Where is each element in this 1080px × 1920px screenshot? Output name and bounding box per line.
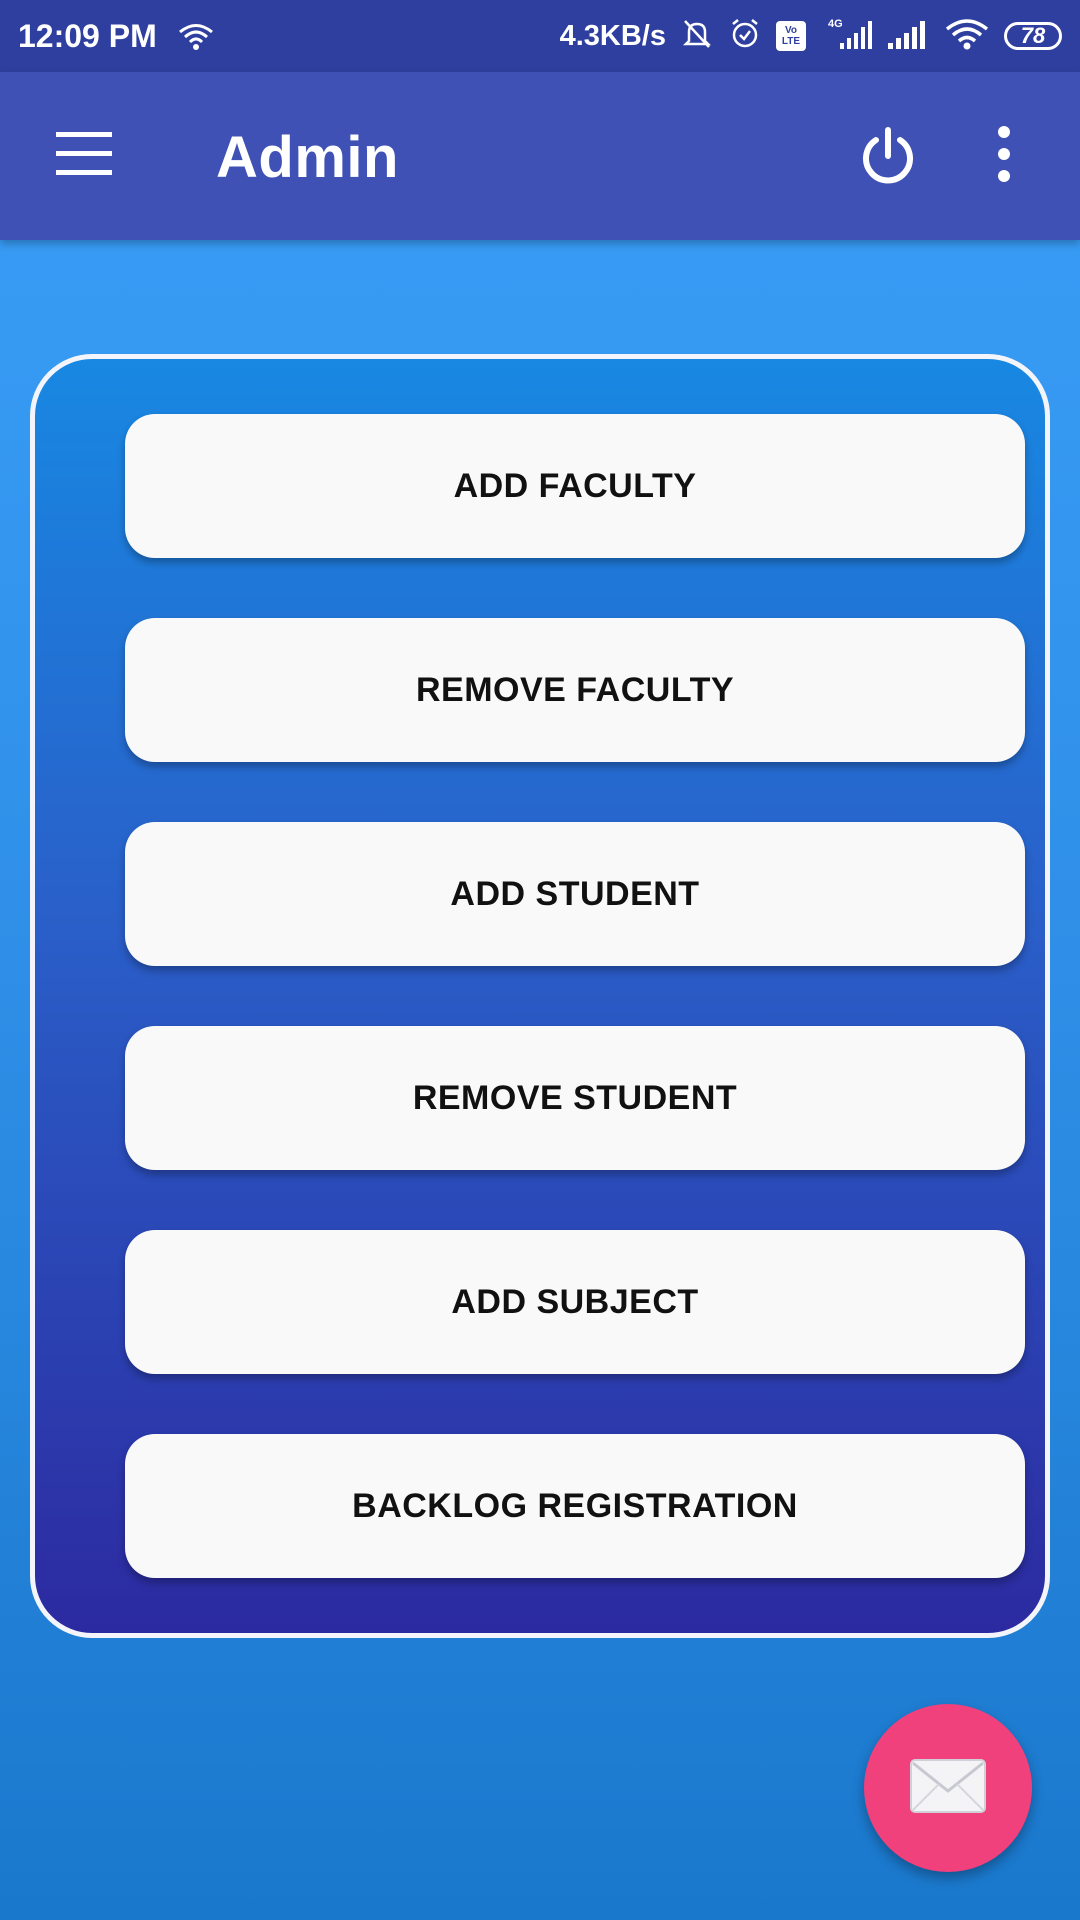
- page-title: Admin: [216, 125, 399, 190]
- status-time: 12:09 PM: [18, 17, 157, 54]
- add-subject-button[interactable]: ADD SUBJECT: [125, 1230, 1025, 1374]
- mail-fab-button[interactable]: [864, 1704, 1032, 1872]
- signal-icon: [886, 17, 930, 56]
- svg-text:4G: 4G: [828, 18, 843, 30]
- app-bar: Admin: [0, 72, 1080, 240]
- wifi-status-icon: [177, 21, 215, 51]
- battery-icon: 78: [1004, 22, 1062, 50]
- admin-actions-panel: ADD FACULTY REMOVE FACULTY ADD STUDENT R…: [30, 354, 1050, 1638]
- network-speed: 4.3KB/s: [559, 19, 666, 52]
- battery-level: 78: [1020, 23, 1046, 48]
- wifi-icon: [944, 17, 990, 56]
- alarm-icon: [728, 17, 762, 56]
- add-faculty-button[interactable]: ADD FACULTY: [125, 414, 1025, 558]
- add-student-button[interactable]: ADD STUDENT: [125, 822, 1025, 966]
- signal-4g-icon: 4G: [820, 17, 872, 56]
- backlog-registration-button[interactable]: BACKLOG REGISTRATION: [125, 1434, 1025, 1578]
- status-bar: 12:09 PM 4.3KB/s Vo LTE 4G 78: [0, 0, 1080, 72]
- mail-icon: [909, 1758, 987, 1819]
- volte-icon: Vo LTE: [776, 21, 806, 51]
- remove-faculty-button[interactable]: REMOVE FACULTY: [125, 618, 1025, 762]
- remove-student-button[interactable]: REMOVE STUDENT: [125, 1026, 1025, 1170]
- power-icon[interactable]: [856, 124, 920, 188]
- more-vert-icon[interactable]: [998, 126, 1010, 186]
- notifications-off-icon: [680, 17, 714, 56]
- hamburger-menu-icon[interactable]: [52, 132, 112, 176]
